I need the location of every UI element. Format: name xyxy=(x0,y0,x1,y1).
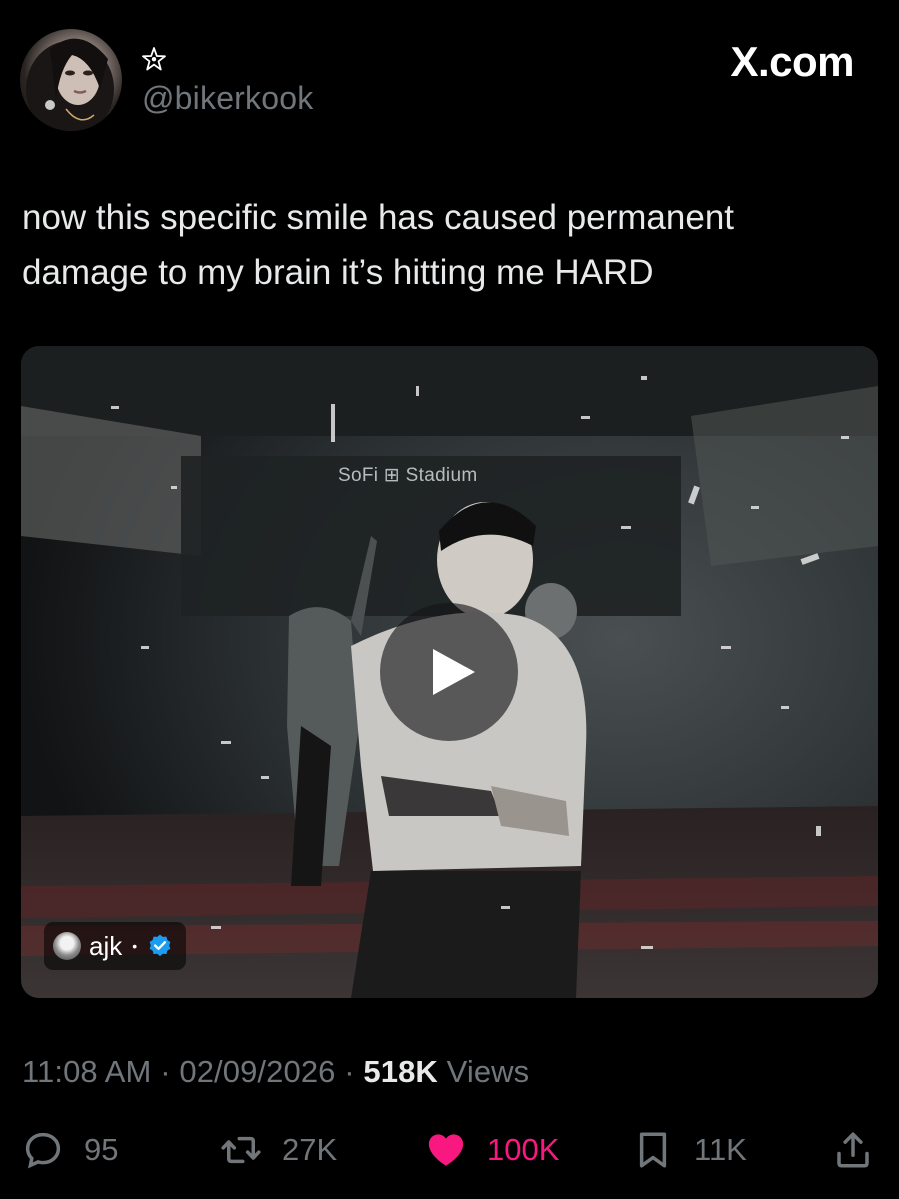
user-handle[interactable]: @bikerkook xyxy=(142,80,313,117)
stadium-sign-text: SoFi ⊞ Stadium xyxy=(338,465,478,486)
share-icon xyxy=(837,1132,869,1168)
reply-icon xyxy=(25,1132,61,1169)
video-creator-badge[interactable]: ajk • xyxy=(44,922,187,970)
share-button[interactable] xyxy=(832,1127,874,1173)
video-media[interactable]: SoFi ⊞ Stadium ajk • xyxy=(21,346,878,998)
tweet-time[interactable]: 11:08 AM xyxy=(22,1054,151,1089)
views-label: Views xyxy=(446,1054,530,1089)
tweet-text: now this specific smile has caused perma… xyxy=(22,198,735,292)
creator-separator: • xyxy=(132,938,138,954)
reply-count: 95 xyxy=(84,1132,119,1167)
tweet-meta: 11:08 AM · 02/09/2026 · 518K Views xyxy=(22,1054,529,1090)
reply-button[interactable]: 95 xyxy=(22,1127,118,1173)
bookmark-button[interactable]: 11K xyxy=(632,1127,747,1173)
repost-icon xyxy=(221,1136,261,1164)
star-outline-icon xyxy=(142,47,166,71)
verified-badge-icon xyxy=(149,934,171,957)
like-button[interactable]: 100K xyxy=(425,1127,559,1173)
meta-separator: · xyxy=(160,1054,171,1089)
profile-avatar[interactable] xyxy=(20,29,122,131)
creator-name: ajk xyxy=(89,930,123,961)
x-com-watermark: X.com xyxy=(730,38,854,85)
avatar-image xyxy=(26,38,114,131)
tweet-date[interactable]: 02/09/2026 xyxy=(179,1054,335,1089)
repost-count: 27K xyxy=(282,1132,338,1167)
play-button[interactable] xyxy=(380,603,518,741)
meta-separator: · xyxy=(344,1054,355,1089)
bookmark-count: 11K xyxy=(694,1132,747,1167)
like-count: 100K xyxy=(487,1132,560,1167)
heart-filled-icon xyxy=(428,1134,464,1166)
repost-button[interactable]: 27K xyxy=(220,1127,337,1173)
play-icon xyxy=(433,649,475,695)
views-count: 518K xyxy=(363,1054,438,1089)
bookmark-icon xyxy=(639,1132,667,1168)
creator-avatar xyxy=(53,932,81,960)
